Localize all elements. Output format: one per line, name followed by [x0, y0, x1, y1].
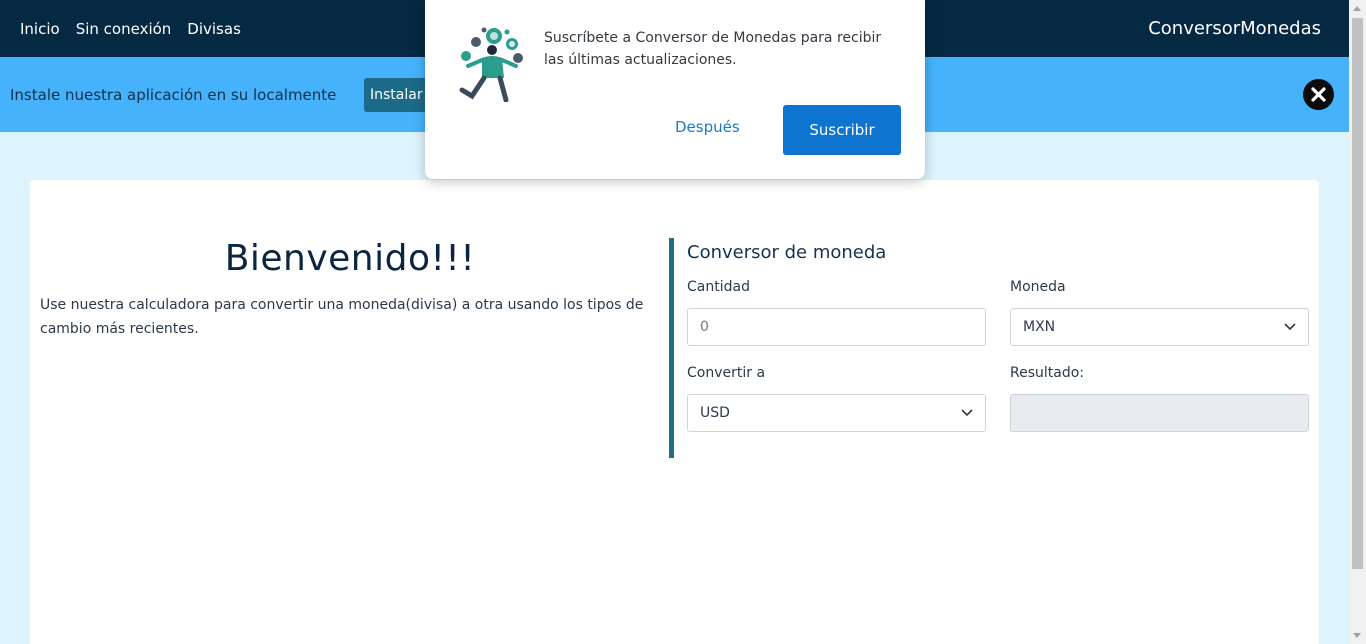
currency-label: Moneda — [1010, 279, 1066, 295]
amount-label: Cantidad — [687, 279, 750, 295]
scroll-up-icon[interactable] — [1353, 6, 1361, 11]
nav-link-inicio[interactable]: Inicio — [20, 20, 60, 38]
subscribe-popup: Suscríbete a Conversor de Monedas para r… — [425, 0, 925, 179]
result-label: Resultado: — [1010, 365, 1085, 381]
chevron-down-icon — [961, 409, 973, 417]
result-field — [1010, 394, 1309, 432]
install-text: Instale nuestra aplicación en su localme… — [10, 85, 337, 104]
scroll-down-icon[interactable] — [1353, 633, 1361, 638]
subscribe-button[interactable]: Suscribir — [783, 105, 901, 155]
main-card: Bienvenido!!! Use nuestra calculadora pa… — [30, 180, 1319, 644]
currency-select-value: MXN — [1023, 319, 1056, 335]
welcome-title: Bienvenido!!! — [224, 238, 476, 279]
scrollbar-thumb[interactable] — [1352, 18, 1363, 569]
close-banner-button[interactable] — [1303, 79, 1334, 110]
juggler-illustration-icon — [459, 27, 523, 102]
close-icon — [1311, 87, 1326, 102]
amount-input[interactable] — [687, 308, 986, 346]
welcome-section: Bienvenido!!! Use nuestra calculadora pa… — [30, 238, 670, 341]
converter-title: Conversor de moneda — [687, 242, 887, 263]
popup-message: Suscríbete a Conversor de Monedas para r… — [544, 30, 882, 68]
convert-to-select-value: USD — [700, 405, 730, 421]
nav-link-sin-conexion[interactable]: Sin conexión — [76, 20, 172, 38]
convert-to-label: Convertir a — [687, 365, 766, 381]
currency-select[interactable]: MXN — [1010, 308, 1309, 346]
chevron-down-icon — [1284, 323, 1296, 331]
converter-panel: Conversor de moneda Cantidad Moneda MXN … — [669, 238, 1319, 458]
welcome-text: Use nuestra calculadora para convertir u… — [40, 297, 644, 337]
nav-link-divisas[interactable]: Divisas — [187, 20, 241, 38]
nav-links: Inicio Sin conexión Divisas — [20, 20, 241, 38]
brand-link[interactable]: ConversorMonedas — [1148, 18, 1321, 39]
later-button[interactable]: Después — [675, 118, 740, 136]
page-scrollbar[interactable] — [1349, 0, 1366, 644]
convert-to-select[interactable]: USD — [687, 394, 986, 432]
install-button[interactable]: Instalar — [364, 78, 429, 112]
